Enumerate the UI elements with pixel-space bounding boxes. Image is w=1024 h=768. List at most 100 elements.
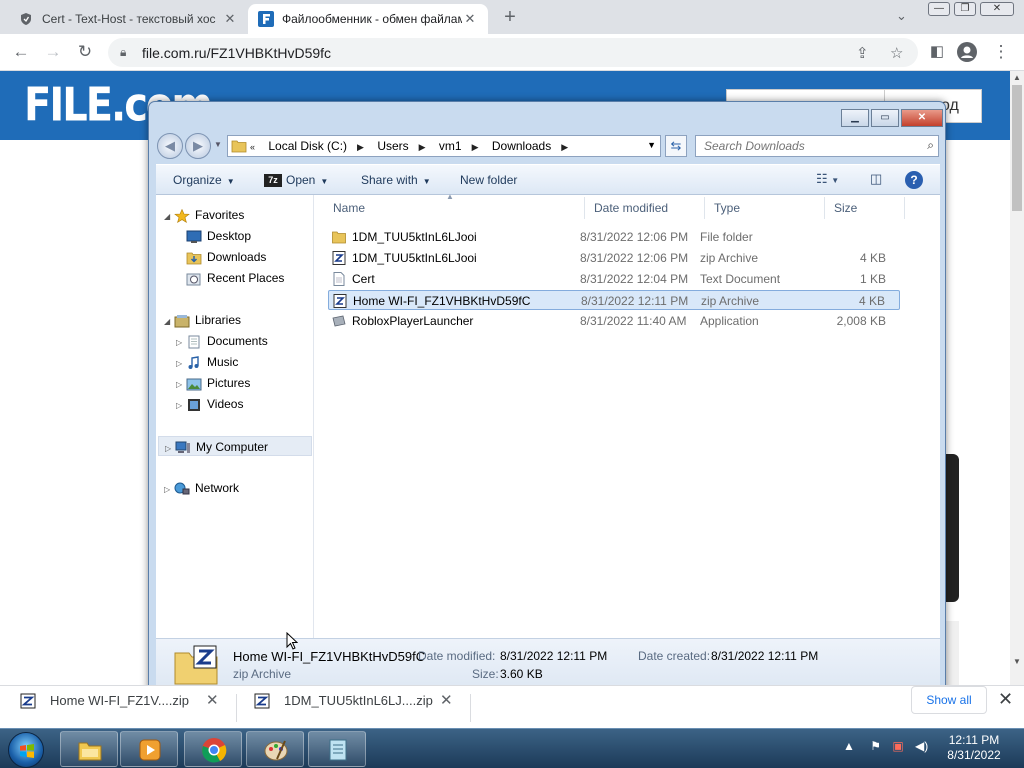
- recent-pages-chevron-icon[interactable]: ▼: [214, 140, 222, 149]
- explorer-address-bar[interactable]: « Local Disk (C:) ▶ Users ▶ vm1 ▶ Downloads…: [227, 135, 661, 157]
- file-row[interactable]: 1DM_TUU5ktInL6LJooi 8/31/2022 12:06 PM F…: [328, 227, 900, 247]
- file-row[interactable]: Cert 8/31/2022 12:04 PM Text Document 1 …: [328, 269, 900, 289]
- explorer-back-button[interactable]: ◀: [157, 133, 183, 159]
- breadcrumb-item[interactable]: Downloads: [492, 139, 551, 153]
- organize-button[interactable]: Organize ▼: [173, 173, 235, 187]
- nav-label: Desktop: [207, 229, 252, 243]
- page-scrollbar[interactable]: ▲ ▼: [1010, 71, 1024, 685]
- view-options-icon[interactable]: ☷ ▼: [816, 171, 839, 187]
- nav-favorites[interactable]: ◢ Favorites: [164, 205, 244, 225]
- taskbar-notepad-button[interactable]: [308, 731, 366, 767]
- download-item[interactable]: Home WI-FI_FZ1V....zip ✕: [20, 686, 230, 729]
- profile-avatar-icon[interactable]: [956, 41, 978, 63]
- details-date-modified-label: Date modified:: [418, 649, 496, 663]
- file-row-selected[interactable]: Home WI-FI_FZ1VHBKtHvD59fC 8/31/2022 12:…: [328, 290, 900, 310]
- breadcrumb-separator-icon[interactable]: ▶: [357, 142, 364, 152]
- open-button[interactable]: 7z Open ▼: [264, 173, 328, 188]
- site-side-panel: [946, 454, 959, 602]
- file-name: 1DM_TUU5ktInL6LJooi: [352, 251, 477, 265]
- volume-icon[interactable]: ◀︎): [915, 739, 928, 753]
- preview-pane-icon[interactable]: ◫: [870, 171, 882, 187]
- download-menu-chevron-icon[interactable]: ✕: [206, 686, 219, 716]
- nav-network[interactable]: ▷ Network: [164, 478, 239, 498]
- download-item[interactable]: 1DM_TUU5ktInL6LJ....zip ✕: [254, 686, 464, 729]
- breadcrumb-item[interactable]: vm1: [439, 139, 462, 153]
- close-window-button[interactable]: ✕: [980, 2, 1014, 16]
- share-with-button[interactable]: Share with ▼: [361, 173, 431, 187]
- minimize-button[interactable]: —: [928, 2, 950, 16]
- tab-search-chevron-icon[interactable]: ⌄: [896, 8, 907, 24]
- address-dropdown-icon[interactable]: ▼: [647, 140, 656, 150]
- clock-date: 8/31/2022: [947, 748, 1001, 762]
- breadcrumb-overflow-icon[interactable]: «: [250, 142, 255, 152]
- kebab-menu-icon[interactable]: ⋮: [990, 41, 1012, 63]
- close-tab-icon[interactable]: ✕: [462, 11, 478, 27]
- search-icon[interactable]: ⌕: [927, 138, 934, 153]
- taskbar-chrome-button[interactable]: [184, 731, 242, 767]
- nav-recent-places[interactable]: Recent Places: [186, 268, 284, 288]
- explorer-close-button[interactable]: ✕: [901, 109, 943, 127]
- scroll-up-arrow-icon[interactable]: ▲: [1013, 73, 1021, 82]
- close-downloads-bar-icon[interactable]: ✕: [998, 689, 1013, 710]
- back-arrow-icon[interactable]: ←: [10, 41, 32, 63]
- scrollbar-thumb[interactable]: [1012, 85, 1022, 211]
- nav-music[interactable]: ▷ Music: [176, 352, 238, 372]
- download-menu-chevron-icon[interactable]: ✕: [440, 686, 453, 716]
- file-row[interactable]: RobloxPlayerLauncher 8/31/2022 11:40 AM …: [328, 311, 900, 331]
- taskbar-media-player-button[interactable]: [120, 731, 178, 767]
- breadcrumb-separator-icon[interactable]: ▶: [419, 142, 426, 152]
- breadcrumb-item[interactable]: Users: [377, 139, 408, 153]
- file-row[interactable]: 1DM_TUU5ktInL6LJooi 8/31/2022 12:06 PM z…: [328, 248, 900, 268]
- column-divider[interactable]: [584, 197, 585, 219]
- explorer-maximize-button[interactable]: ▭: [871, 109, 899, 127]
- show-all-button[interactable]: Show all: [911, 686, 987, 714]
- nav-documents[interactable]: ▷ Documents: [176, 331, 268, 351]
- column-header-size[interactable]: Size: [834, 195, 857, 221]
- download-name: Home WI-FI_FZ1V....zip: [50, 693, 189, 708]
- nav-desktop[interactable]: Desktop: [186, 226, 251, 246]
- explorer-search-box[interactable]: ⌕: [695, 135, 939, 157]
- forward-arrow-icon[interactable]: →: [42, 41, 64, 63]
- reload-icon[interactable]: ↻: [74, 41, 96, 63]
- column-divider[interactable]: [904, 197, 905, 219]
- breadcrumb-item[interactable]: Local Disk (C:): [268, 139, 347, 153]
- file-date: 8/31/2022 11:40 AM: [580, 314, 687, 328]
- show-hidden-icons-icon[interactable]: ▲: [843, 739, 855, 753]
- taskbar-paint-button[interactable]: [246, 731, 304, 767]
- search-input[interactable]: [696, 136, 906, 156]
- close-tab-icon[interactable]: ✕: [222, 11, 238, 27]
- nav-downloads[interactable]: Downloads: [186, 247, 266, 267]
- network-disconnected-icon[interactable]: ▣: [892, 739, 903, 753]
- breadcrumb-separator-icon[interactable]: ▶: [472, 142, 479, 152]
- explorer-minimize-button[interactable]: ▁: [841, 109, 869, 127]
- column-divider[interactable]: [704, 197, 705, 219]
- scroll-down-arrow-icon[interactable]: ▼: [1013, 657, 1021, 666]
- bookmark-star-icon[interactable]: ☆: [890, 44, 903, 62]
- refresh-button[interactable]: ⇆: [665, 135, 687, 157]
- taskbar-clock[interactable]: 12:11 PM 8/31/2022: [932, 733, 1016, 763]
- breadcrumb-separator-icon[interactable]: ▶: [561, 142, 568, 152]
- side-panel-icon[interactable]: ◧: [926, 41, 948, 63]
- address-bar[interactable]: 🔒︎ file.com.ru/FZ1VHBKtHvD59fc ⇪ ☆: [108, 38, 918, 67]
- taskbar-explorer-button[interactable]: [60, 731, 118, 767]
- explorer-forward-button[interactable]: ▶: [185, 133, 211, 159]
- nav-label: Documents: [207, 334, 268, 348]
- help-icon[interactable]: ?: [905, 171, 923, 189]
- column-header-type[interactable]: Type: [714, 195, 740, 221]
- start-button[interactable]: [8, 732, 44, 768]
- new-folder-button[interactable]: New folder: [460, 173, 517, 187]
- column-header-date[interactable]: Date modified: [594, 195, 668, 221]
- share-icon[interactable]: ⇪: [856, 44, 869, 62]
- tab-file-exchange[interactable]: Файлообменник - обмен файлами ✕: [248, 4, 488, 34]
- tab-cert[interactable]: Cert - Text-Host - текстовый хос ✕: [8, 4, 248, 34]
- column-header-name[interactable]: Name: [333, 195, 365, 221]
- action-center-icon[interactable]: ⚑: [870, 739, 881, 753]
- new-tab-button[interactable]: +: [498, 6, 522, 30]
- nav-my-computer[interactable]: ▷ My Computer: [158, 436, 312, 456]
- mouse-cursor-icon: [286, 632, 298, 650]
- nav-videos[interactable]: ▷ Videos: [176, 394, 243, 414]
- column-divider[interactable]: [824, 197, 825, 219]
- nav-libraries[interactable]: ◢ Libraries: [164, 310, 241, 330]
- nav-pictures[interactable]: ▷ Pictures: [176, 373, 250, 393]
- restore-button[interactable]: ❐: [954, 2, 976, 16]
